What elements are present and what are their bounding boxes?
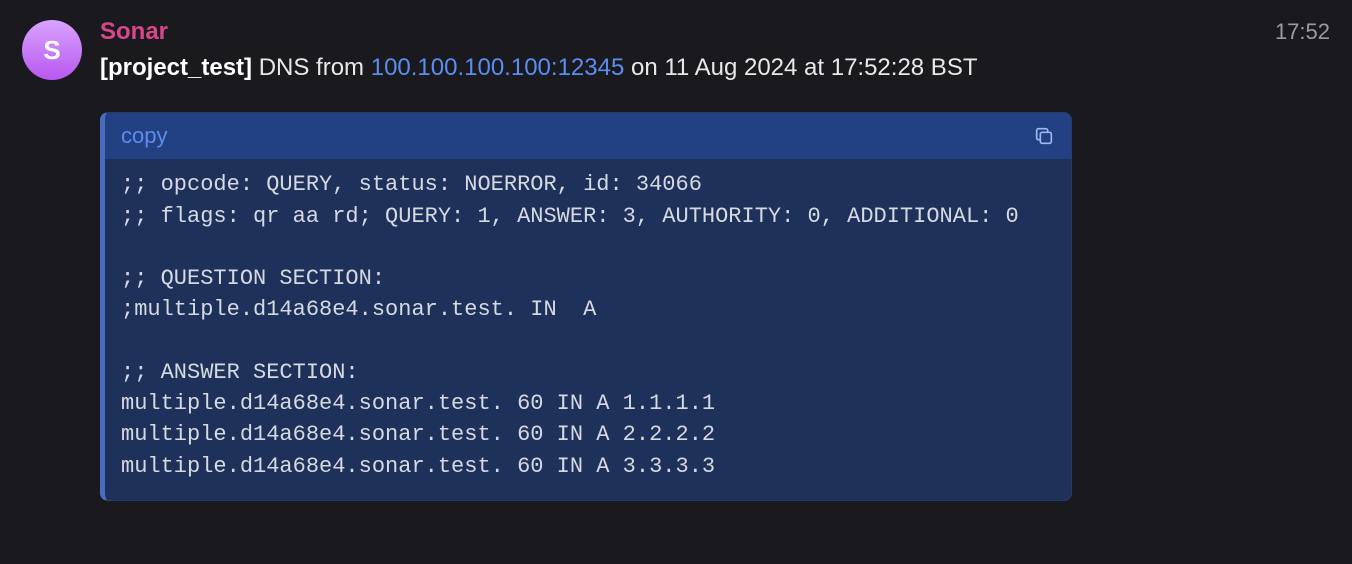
source-link[interactable]: 100.100.100.100:12345 <box>371 54 625 81</box>
subject-prefix: DNS from <box>252 54 371 81</box>
project-tag: [project_test] <box>100 54 252 81</box>
avatar[interactable]: S <box>22 20 82 80</box>
message-content: Sonar 17:52 [project_test] DNS from 100.… <box>100 18 1330 501</box>
copy-button[interactable]: copy <box>121 123 167 149</box>
code-block: copy ;; opcode: QUERY, status: NOERROR, … <box>100 112 1072 500</box>
message-timestamp: 17:52 <box>1275 19 1330 45</box>
message-subject: [project_test] DNS from 100.100.100.100:… <box>100 52 1330 84</box>
message-container: S Sonar 17:52 [project_test] DNS from 10… <box>22 18 1330 501</box>
author-name[interactable]: Sonar <box>100 18 168 46</box>
avatar-letter: S <box>43 35 60 66</box>
subject-suffix: on 11 Aug 2024 at 17:52:28 BST <box>624 54 977 81</box>
copy-icon[interactable] <box>1033 125 1055 147</box>
code-body[interactable]: ;; opcode: QUERY, status: NOERROR, id: 3… <box>105 159 1071 499</box>
message-header: Sonar 17:52 <box>100 18 1330 46</box>
code-header: copy <box>105 113 1071 159</box>
